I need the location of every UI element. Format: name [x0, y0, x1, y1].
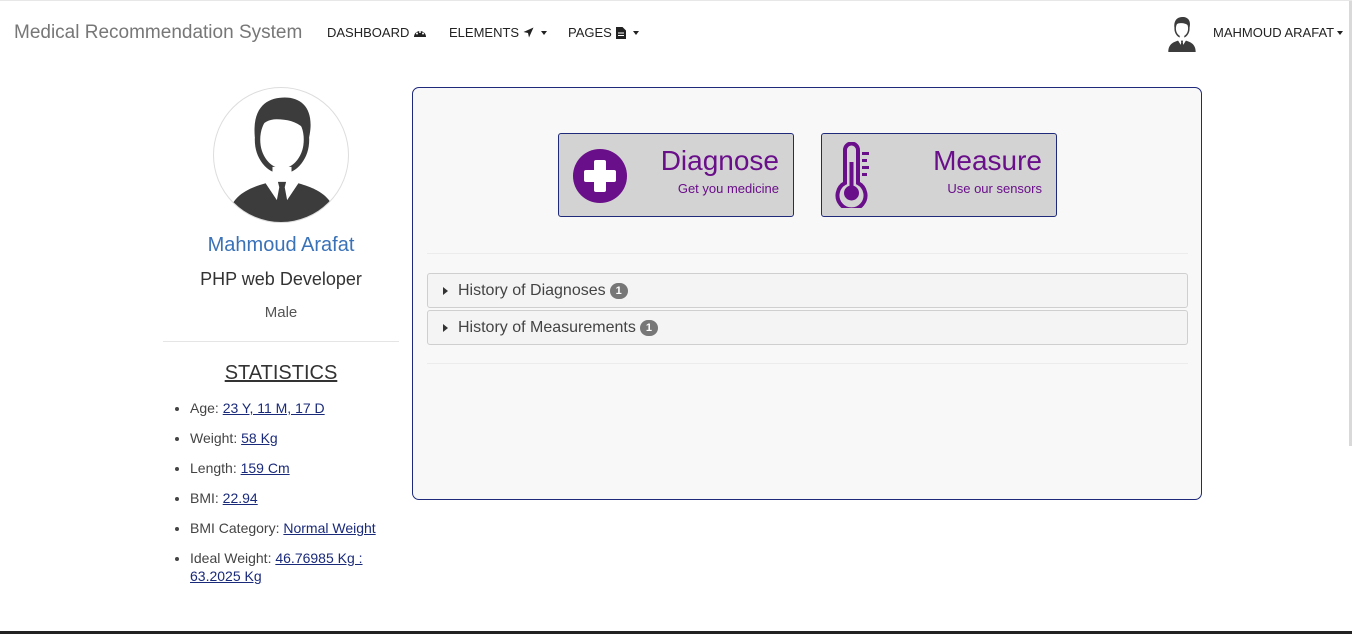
profile-role: PHP web Developer — [200, 269, 362, 289]
stat-label: Weight: — [190, 430, 238, 446]
brand-title[interactable]: Medical Recommendation System — [14, 22, 302, 44]
caret-right-icon — [443, 323, 448, 332]
measure-title: Measure — [933, 145, 1042, 176]
stat-weight: Weight: 58 Kg — [174, 429, 394, 447]
file-icon — [615, 26, 626, 39]
statistics-title: STATISTICS — [224, 362, 338, 384]
count-badge: 1 — [639, 319, 658, 336]
main-panel: Diagnose Get you medicine Measure Use ou… — [412, 87, 1202, 500]
user-avatar[interactable] — [1163, 14, 1201, 52]
history-measurements-toggle[interactable]: History of Measurements 1 — [427, 310, 1188, 345]
thermometer-icon — [835, 142, 869, 208]
profile-name: Mahmoud Arafat — [207, 234, 355, 256]
stat-bmi-category: BMI Category: Normal Weight — [174, 519, 394, 537]
panel-divider — [427, 363, 1188, 364]
stat-value-link[interactable]: 159 Cm — [241, 460, 290, 476]
stat-label: Length: — [190, 460, 237, 476]
diagnose-title: Diagnose — [660, 145, 779, 176]
dashboard-icon — [414, 30, 427, 37]
avatar-icon — [1168, 17, 1196, 52]
history-diagnoses-toggle[interactable]: History of Diagnoses 1 — [427, 273, 1188, 308]
user-menu[interactable]: MAHMOUD ARAFAT — [1213, 25, 1344, 40]
profile-avatar — [213, 87, 349, 223]
nav-pages-label: PAGES — [568, 25, 612, 40]
history-measurements-label: History of Measurements — [458, 318, 636, 336]
count-badge: 1 — [609, 282, 628, 299]
nav-dashboard-label: DASHBOARD — [327, 25, 410, 40]
profile-gender: Male — [264, 304, 298, 321]
nav-dashboard[interactable]: DASHBOARD — [327, 25, 427, 40]
stat-age: Age: 23 Y, 11 M, 17 D — [174, 399, 394, 417]
stat-length: Length: 159 Cm — [174, 459, 394, 477]
stat-value-link[interactable]: 23 Y, 11 M, 17 D — [223, 400, 325, 416]
location-arrow-icon — [523, 27, 534, 38]
measure-subtitle: Use our sensors — [947, 181, 1042, 196]
page: Medical Recommendation System DASHBOARD … — [0, 0, 1352, 634]
nav-elements[interactable]: ELEMENTS — [449, 25, 548, 40]
stat-value-link[interactable]: Normal Weight — [283, 520, 375, 536]
stat-label: Ideal Weight: — [190, 550, 272, 566]
stat-ideal-weight: Ideal Weight: 46.76985 Kg : 63.2025 Kg — [174, 549, 394, 585]
stat-value-link[interactable]: 22.94 — [223, 490, 258, 506]
user-name-label: MAHMOUD ARAFAT — [1213, 25, 1335, 40]
top-navbar: Medical Recommendation System DASHBOARD … — [0, 1, 1352, 65]
panel-divider — [427, 253, 1188, 254]
nav-elements-label: ELEMENTS — [449, 25, 520, 40]
nav-pages[interactable]: PAGES — [568, 25, 639, 40]
chevron-down-icon — [1337, 30, 1344, 35]
chevron-down-icon — [632, 30, 639, 35]
stat-bmi: BMI: 22.94 — [174, 489, 394, 507]
profile-divider — [163, 341, 399, 342]
chevron-down-icon — [541, 30, 548, 35]
stat-label: BMI Category: — [190, 520, 280, 536]
diagnose-button[interactable]: Diagnose Get you medicine — [558, 133, 794, 217]
diagnose-subtitle: Get you medicine — [677, 181, 779, 196]
history-diagnoses-label: History of Diagnoses — [458, 281, 606, 299]
avatar-icon — [227, 97, 337, 222]
caret-right-icon — [443, 286, 448, 295]
stat-label: BMI: — [190, 490, 219, 506]
measure-button[interactable]: Measure Use our sensors — [821, 133, 1057, 217]
stat-value-link[interactable]: 58 Kg — [241, 430, 278, 446]
stat-label: Age: — [190, 400, 219, 416]
statistics-list: Age: 23 Y, 11 M, 17 D Weight: 58 Kg Leng… — [174, 399, 394, 597]
plus-circle-icon — [573, 149, 627, 203]
